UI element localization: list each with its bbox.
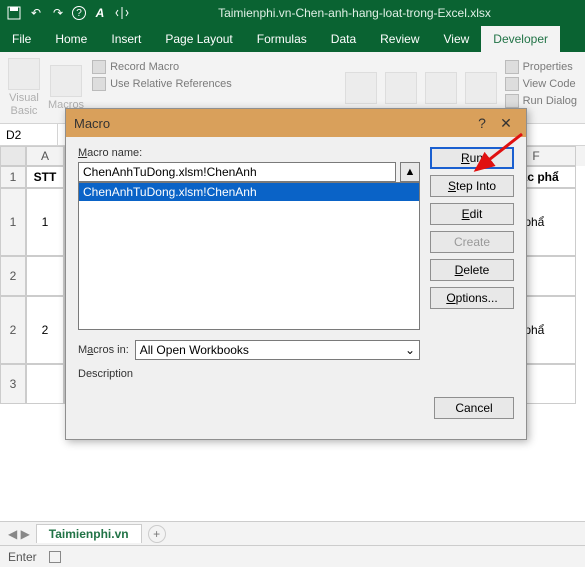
visual-basic-icon — [8, 58, 40, 90]
col-header-a[interactable]: A — [26, 146, 64, 166]
macro-name-input[interactable] — [78, 162, 396, 182]
run-dialog-button[interactable]: Run Dialog — [505, 94, 577, 108]
cell[interactable] — [26, 364, 64, 404]
insert-control-icon[interactable] — [425, 72, 457, 104]
row-header[interactable]: 2 — [0, 256, 26, 296]
cell[interactable]: 1 — [26, 188, 64, 256]
tab-view[interactable]: View — [432, 26, 482, 52]
macros-in-label: Macros in: — [78, 344, 129, 356]
visual-basic-button[interactable]: Visual Basic — [8, 56, 40, 119]
record-macro-button[interactable]: Record Macro — [92, 60, 232, 74]
sheet-nav[interactable]: ◀ ▶ — [8, 527, 30, 541]
com-addins-icon[interactable] — [385, 72, 417, 104]
dialog-icon — [505, 94, 519, 108]
cell[interactable] — [26, 256, 64, 296]
macro-list-item[interactable]: ChenAnhTuDong.xlsm!ChenAnh — [79, 183, 419, 201]
cancel-button[interactable]: Cancel — [434, 397, 514, 419]
quick-access-toolbar: ↶ ↷ ? A — [6, 5, 130, 21]
macros-in-select[interactable]: All Open Workbooks ⌄ — [135, 340, 420, 360]
title-bar: ↶ ↷ ? A Taimienphi.vn-Chen-anh-hang-loat… — [0, 0, 585, 26]
row-header[interactable]: 2 — [0, 296, 26, 364]
tab-file[interactable]: File — [0, 26, 43, 52]
touch-mode-icon[interactable] — [114, 5, 130, 21]
name-box[interactable]: D2 — [0, 124, 58, 145]
undo-icon[interactable]: ↶ — [28, 5, 44, 21]
macros-icon — [50, 65, 82, 97]
options-button[interactable]: Options... — [430, 287, 514, 309]
record-icon — [92, 60, 106, 74]
record-macro-status-icon[interactable] — [49, 551, 61, 563]
dialog-help-button[interactable]: ? — [470, 115, 494, 131]
dialog-titlebar[interactable]: Macro ? ✕ — [66, 109, 526, 137]
edit-button[interactable]: Edit — [430, 203, 514, 225]
tab-review[interactable]: Review — [368, 26, 431, 52]
row-header[interactable]: 1 — [0, 166, 26, 188]
design-mode-icon[interactable] — [465, 72, 497, 104]
run-button[interactable]: Run — [430, 147, 514, 169]
status-mode: Enter — [8, 550, 37, 564]
grid-icon — [92, 77, 106, 91]
sheet-tabs-bar: ◀ ▶ Taimienphi.vn + — [0, 521, 585, 545]
tab-home[interactable]: Home — [43, 26, 99, 52]
code-icon — [505, 77, 519, 91]
properties-icon — [505, 60, 519, 74]
tab-data[interactable]: Data — [319, 26, 368, 52]
menu-bar: File Home Insert Page Layout Formulas Da… — [0, 26, 585, 52]
select-all-corner[interactable] — [0, 146, 26, 166]
tab-pagelayout[interactable]: Page Layout — [153, 26, 244, 52]
step-into-button[interactable]: Step Into — [430, 175, 514, 197]
tab-formulas[interactable]: Formulas — [245, 26, 319, 52]
tab-developer[interactable]: Developer — [481, 26, 560, 52]
dialog-close-button[interactable]: ✕ — [494, 115, 518, 132]
redo-icon[interactable]: ↷ — [50, 5, 66, 21]
help-icon[interactable]: ? — [72, 6, 86, 20]
addins-icon[interactable] — [345, 72, 377, 104]
save-icon[interactable] — [6, 5, 22, 21]
dialog-title: Macro — [74, 116, 470, 131]
window-title: Taimienphi.vn-Chen-anh-hang-loat-trong-E… — [130, 6, 579, 20]
properties-button[interactable]: Properties — [505, 60, 577, 74]
relative-refs-button[interactable]: Use Relative References — [92, 77, 232, 91]
macro-dialog: Macro ? ✕ Macro name: ▲ ChenAnhTuDong.xl… — [65, 108, 527, 440]
cell[interactable]: STT — [26, 166, 64, 188]
status-bar: Enter — [0, 545, 585, 567]
description-label: Description — [78, 368, 420, 380]
new-sheet-button[interactable]: + — [148, 525, 166, 543]
row-header[interactable]: 3 — [0, 364, 26, 404]
macro-list[interactable]: ChenAnhTuDong.xlsm!ChenAnh — [78, 182, 420, 330]
chevron-down-icon: ⌄ — [405, 343, 415, 357]
font-icon[interactable]: A — [92, 5, 108, 21]
tab-insert[interactable]: Insert — [99, 26, 153, 52]
row-header[interactable]: 1 — [0, 188, 26, 256]
sheet-tab[interactable]: Taimienphi.vn — [36, 524, 142, 543]
view-code-button[interactable]: View Code — [505, 77, 577, 91]
macro-name-label: Macro name: — [78, 147, 420, 159]
reference-button[interactable]: ▲ — [400, 162, 420, 182]
delete-button[interactable]: Delete — [430, 259, 514, 281]
cell[interactable]: 2 — [26, 296, 64, 364]
create-button: Create — [430, 231, 514, 253]
